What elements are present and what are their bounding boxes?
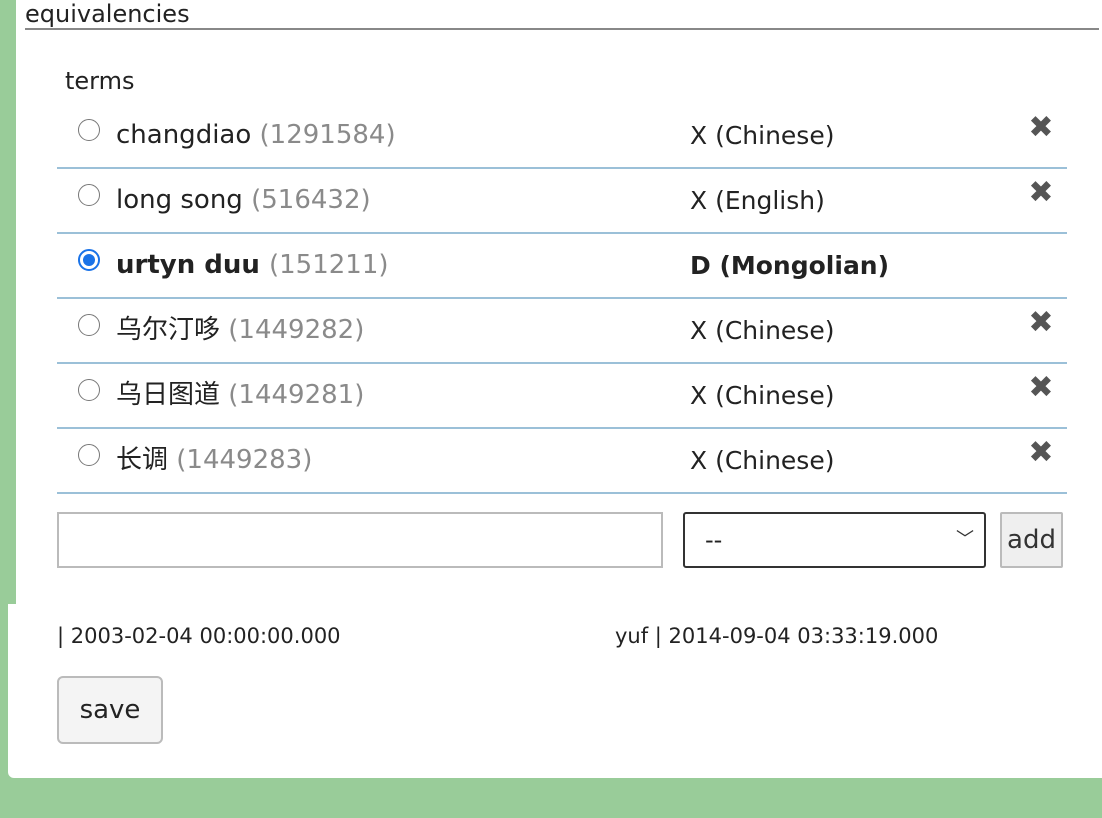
term-radio-selected[interactable] bbox=[78, 249, 100, 271]
delete-term-icon[interactable]: ✖ bbox=[1026, 178, 1056, 208]
term-name-text: long song bbox=[116, 185, 243, 215]
term-radio[interactable] bbox=[78, 119, 100, 141]
term-row: 长调 (1449283) X (Chinese) ✖ bbox=[57, 429, 1067, 494]
created-meta: | 2003-02-04 00:00:00.000 bbox=[57, 624, 341, 648]
term-row: urtyn duu (151211) D (Mongolian) bbox=[57, 234, 1067, 299]
term-row: 乌日图道 (1449281) X (Chinese) ✖ bbox=[57, 364, 1067, 429]
term-type: X (Chinese) bbox=[690, 446, 835, 475]
delete-term-icon[interactable]: ✖ bbox=[1026, 373, 1056, 403]
term-id: (1449282) bbox=[228, 315, 365, 345]
term-radio[interactable] bbox=[78, 184, 100, 206]
term-radio[interactable] bbox=[78, 314, 100, 336]
term-radio[interactable] bbox=[78, 444, 100, 466]
term-row: 乌尔汀哆 (1449282) X (Chinese) ✖ bbox=[57, 299, 1067, 364]
term-id: (1449283) bbox=[176, 445, 313, 475]
equivalencies-panel: equivalencies terms changdiao (1291584) … bbox=[8, 0, 1102, 778]
term-name: long song (516432) bbox=[116, 184, 371, 216]
panel-left-strip bbox=[8, 0, 16, 604]
term-name-text: changdiao bbox=[116, 120, 252, 150]
term-type: X (Chinese) bbox=[690, 381, 835, 410]
terms-list: changdiao (1291584) X (Chinese) ✖ long s… bbox=[57, 104, 1067, 494]
term-type: X (English) bbox=[690, 186, 825, 215]
add-term-form: -- ﹀ add bbox=[57, 512, 1067, 570]
term-name-text: 乌尔汀哆 bbox=[116, 315, 221, 345]
add-button[interactable]: add bbox=[1000, 512, 1063, 568]
term-id: (516432) bbox=[251, 185, 371, 215]
term-name-text: urtyn duu bbox=[116, 250, 260, 280]
chevron-down-icon: ﹀ bbox=[956, 529, 974, 550]
term-id: (151211) bbox=[268, 250, 389, 280]
language-select-value: -- bbox=[705, 526, 723, 554]
term-name: changdiao (1291584) bbox=[116, 119, 396, 151]
term-row: long song (516432) X (English) ✖ bbox=[57, 169, 1067, 234]
delete-term-icon[interactable]: ✖ bbox=[1026, 113, 1056, 143]
terms-label: terms bbox=[65, 67, 135, 95]
updated-meta: yuf | 2014-09-04 03:33:19.000 bbox=[615, 624, 939, 648]
term-name: 长调 (1449283) bbox=[116, 444, 312, 476]
term-name: urtyn duu (151211) bbox=[116, 249, 389, 281]
new-term-input[interactable] bbox=[57, 512, 663, 568]
term-type: X (Chinese) bbox=[690, 121, 835, 150]
term-radio[interactable] bbox=[78, 379, 100, 401]
term-id: (1291584) bbox=[259, 120, 396, 150]
term-name-text: 长调 bbox=[116, 445, 169, 475]
section-title: equivalencies bbox=[25, 0, 1099, 30]
term-type: X (Chinese) bbox=[690, 316, 835, 345]
term-id: (1449281) bbox=[228, 380, 365, 410]
term-row: changdiao (1291584) X (Chinese) ✖ bbox=[57, 104, 1067, 169]
term-name: 乌尔汀哆 (1449282) bbox=[116, 314, 364, 346]
delete-term-icon[interactable]: ✖ bbox=[1026, 438, 1056, 468]
save-button[interactable]: save bbox=[57, 676, 163, 744]
term-type: D (Mongolian) bbox=[690, 251, 890, 280]
delete-term-icon[interactable]: ✖ bbox=[1026, 308, 1056, 338]
term-name-text: 乌日图道 bbox=[116, 380, 221, 410]
term-name: 乌日图道 (1449281) bbox=[116, 379, 364, 411]
language-select[interactable]: -- ﹀ bbox=[683, 512, 986, 568]
